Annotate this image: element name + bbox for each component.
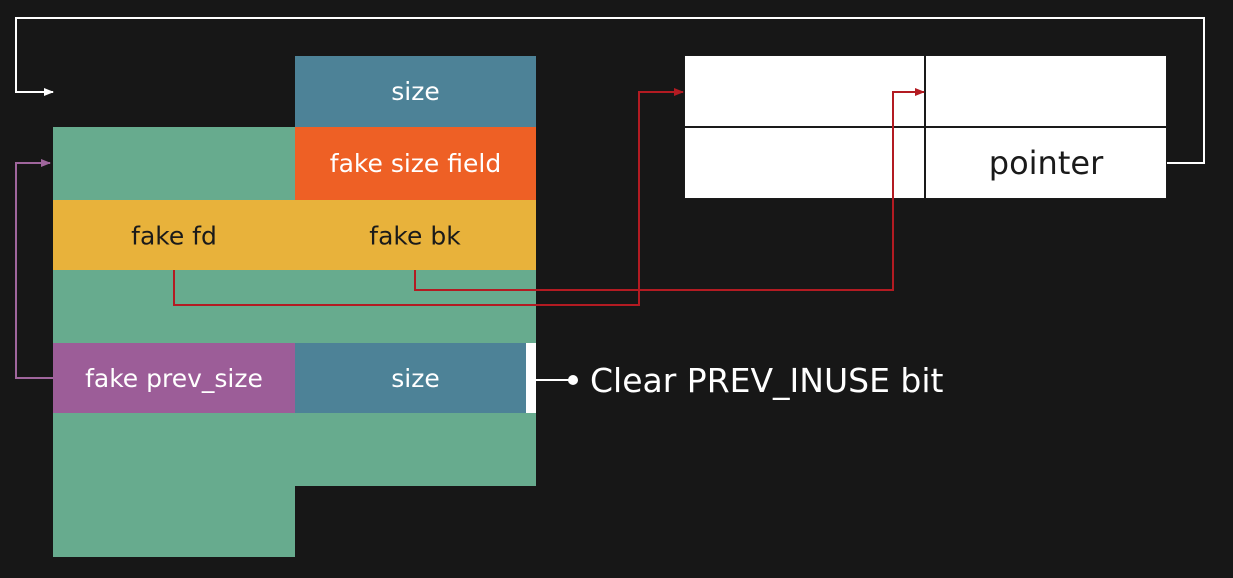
- fake-fd-arrow: [173, 88, 684, 306]
- prev-inuse-note: Clear PREV_INUSE bit: [590, 361, 944, 400]
- connector-arrows: [15, 17, 1205, 385]
- prev-inuse-connector-dot: [568, 375, 578, 385]
- pointer-loop-arrow: [15, 17, 1205, 164]
- prev-size-arrow: [15, 159, 53, 379]
- fake-bk-arrow: [414, 88, 925, 291]
